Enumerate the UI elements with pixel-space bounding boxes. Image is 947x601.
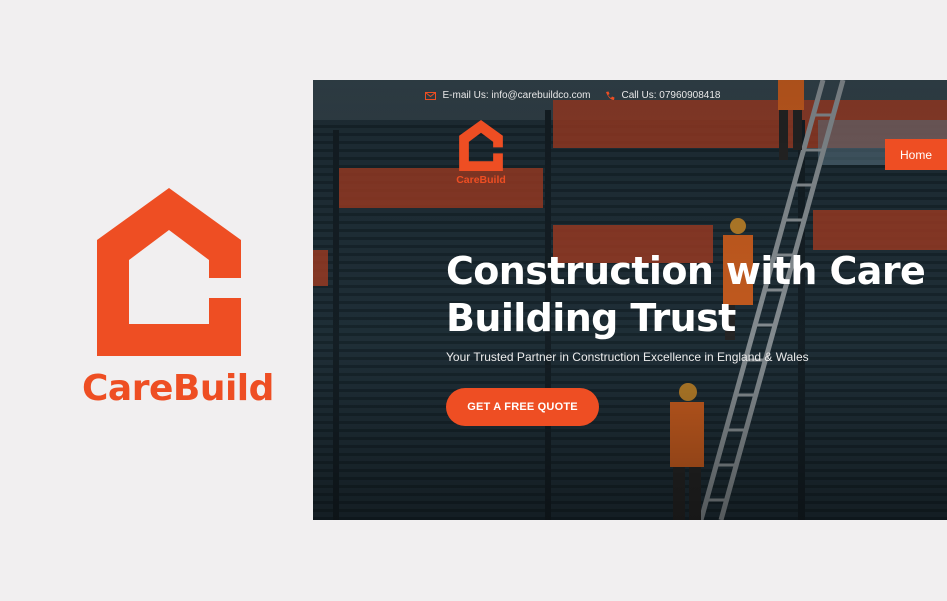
email-text: E-mail Us: info@carebuildco.com xyxy=(442,90,591,101)
contact-topbar: E-mail Us: info@carebuildco.com Call Us:… xyxy=(313,90,947,101)
envelope-icon xyxy=(424,91,436,100)
site-logo[interactable]: CareBuild xyxy=(451,120,511,186)
brand-name: CareBuild xyxy=(82,368,274,409)
hero-title: Construction with Care Building Trust xyxy=(446,248,946,342)
get-quote-button[interactable]: GET A FREE QUOTE xyxy=(446,388,599,426)
house-c-logo-icon xyxy=(97,188,241,356)
brand-logo: CareBuild xyxy=(82,188,274,409)
hero-title-line-2: Building Trust xyxy=(446,296,736,340)
nav-home-link[interactable]: Home xyxy=(885,139,947,170)
house-c-logo-icon xyxy=(459,120,503,171)
site-logo-text: CareBuild xyxy=(456,174,506,186)
phone-icon xyxy=(605,91,614,100)
website-preview: E-mail Us: info@carebuildco.com Call Us:… xyxy=(313,80,947,520)
phone-text: Call Us: 07960908418 xyxy=(621,90,721,101)
hero-title-line-1: Construction with Care xyxy=(446,249,926,293)
hero-subtitle: Your Trusted Partner in Construction Exc… xyxy=(446,350,809,364)
phone-contact[interactable]: Call Us: 07960908418 xyxy=(605,90,721,101)
email-contact[interactable]: E-mail Us: info@carebuildco.com xyxy=(424,90,591,101)
